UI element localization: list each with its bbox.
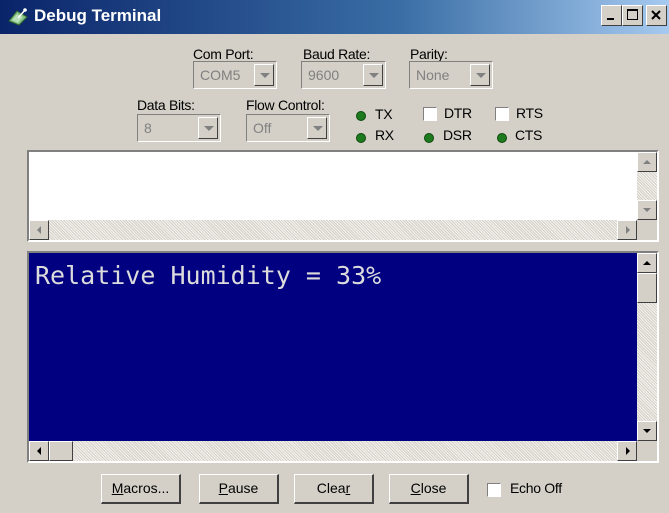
debug-terminal-window: Debug Terminal Com Port: COM5 Baud Rate:…: [0, 0, 669, 513]
macros-mnemonic: M: [111, 480, 124, 496]
receive-horizontal-scrollbar[interactable]: [29, 441, 637, 461]
transmit-vertical-scrollbar[interactable]: [637, 152, 657, 220]
scroll-down-button[interactable]: [637, 200, 657, 220]
flow-control-label: Flow Control:: [246, 97, 325, 113]
arrow-left-icon: [37, 447, 41, 455]
pause-button[interactable]: Pause: [199, 474, 279, 504]
dsr-led-icon: [424, 133, 434, 143]
arrow-up-icon: [643, 261, 651, 265]
receive-vertical-scrollbar[interactable]: [637, 253, 657, 441]
pause-label: ause: [227, 480, 259, 496]
scroll-down-button[interactable]: [637, 421, 657, 441]
arrow-right-icon: [626, 447, 630, 455]
maximize-button[interactable]: [622, 5, 643, 26]
dtr-label: DTR: [444, 105, 472, 121]
received-text: Relative Humidity = 33%: [35, 261, 382, 290]
arrow-down-icon: [643, 429, 651, 433]
scroll-right-button[interactable]: [617, 441, 637, 461]
data-bits-value: 8: [144, 120, 152, 136]
minimize-button[interactable]: [601, 5, 622, 26]
chevron-down-icon: [260, 73, 270, 78]
tx-led-icon: [356, 111, 366, 121]
arrow-down-icon: [643, 208, 651, 212]
scroll-thumb[interactable]: [49, 441, 73, 461]
scroll-left-button[interactable]: [29, 220, 49, 240]
close-dialog-button[interactable]: Close: [389, 474, 469, 504]
baud-rate-label: Baud Rate:: [303, 46, 371, 62]
close-mnemonic: C: [410, 480, 421, 496]
baud-rate-select[interactable]: 9600: [301, 61, 386, 89]
baud-rate-dropdown-button[interactable]: [363, 64, 383, 86]
pause-mnemonic: P: [218, 480, 228, 496]
chevron-down-icon: [313, 126, 323, 131]
rts-label: RTS: [516, 105, 543, 121]
receive-pane[interactable]: Relative Humidity = 33%: [27, 251, 659, 463]
flow-control-select[interactable]: Off: [246, 114, 330, 142]
com-port-label: Com Port:: [193, 46, 254, 62]
minimize-icon: [607, 18, 614, 20]
arrow-right-icon: [626, 226, 630, 234]
com-port-dropdown-button[interactable]: [254, 64, 274, 86]
scroll-up-button[interactable]: [637, 152, 657, 172]
clear-button[interactable]: Clear: [294, 474, 374, 504]
cts-label: CTS: [515, 127, 543, 143]
close-label: lose: [420, 480, 447, 496]
echo-off-checkbox[interactable]: [487, 483, 501, 497]
transmit-horizontal-scrollbar[interactable]: [29, 220, 637, 240]
rx-label: RX: [375, 127, 394, 143]
close-button[interactable]: [646, 5, 667, 26]
scroll-thumb[interactable]: [637, 273, 657, 303]
scroll-corner: [637, 441, 657, 461]
macros-label: acros...: [123, 480, 170, 496]
title-bar[interactable]: Debug Terminal: [0, 0, 669, 34]
scroll-up-button[interactable]: [637, 253, 657, 273]
transmit-pane[interactable]: [27, 150, 659, 242]
chevron-down-icon: [369, 73, 379, 78]
scroll-right-button[interactable]: [617, 220, 637, 240]
maximize-icon: [627, 9, 638, 20]
baud-rate-value: 9600: [308, 67, 340, 83]
data-bits-label: Data Bits:: [137, 97, 195, 113]
close-icon: [651, 10, 661, 20]
parity-select[interactable]: None: [409, 61, 493, 89]
scroll-corner: [637, 220, 657, 240]
com-port-value: COM5: [200, 67, 241, 83]
arrow-up-icon: [643, 160, 651, 164]
rx-led-icon: [356, 133, 366, 143]
arrow-left-icon: [37, 226, 41, 234]
com-port-select[interactable]: COM5: [193, 61, 277, 89]
rts-checkbox[interactable]: [495, 107, 509, 121]
parity-value: None: [416, 67, 450, 83]
chevron-down-icon: [476, 73, 486, 78]
flow-control-value: Off: [253, 120, 272, 136]
echo-off-label: Echo Off: [510, 480, 562, 496]
cts-led-icon: [497, 133, 507, 143]
data-bits-select[interactable]: 8: [137, 114, 221, 142]
clear-label: Clea: [316, 480, 346, 496]
parity-dropdown-button[interactable]: [470, 64, 490, 86]
satellite-dish-icon: [8, 8, 28, 26]
parity-label: Parity:: [410, 46, 448, 62]
dtr-checkbox[interactable]: [423, 107, 437, 121]
flow-control-dropdown-button[interactable]: [307, 117, 327, 139]
macros-button[interactable]: Macros...: [101, 474, 181, 504]
dsr-label: DSR: [443, 127, 472, 143]
data-bits-dropdown-button[interactable]: [198, 117, 218, 139]
clear-mnemonic: r: [345, 480, 351, 496]
scroll-left-button[interactable]: [29, 441, 49, 461]
tx-label: TX: [375, 106, 393, 122]
window-title: Debug Terminal: [34, 6, 162, 25]
chevron-down-icon: [204, 126, 214, 131]
